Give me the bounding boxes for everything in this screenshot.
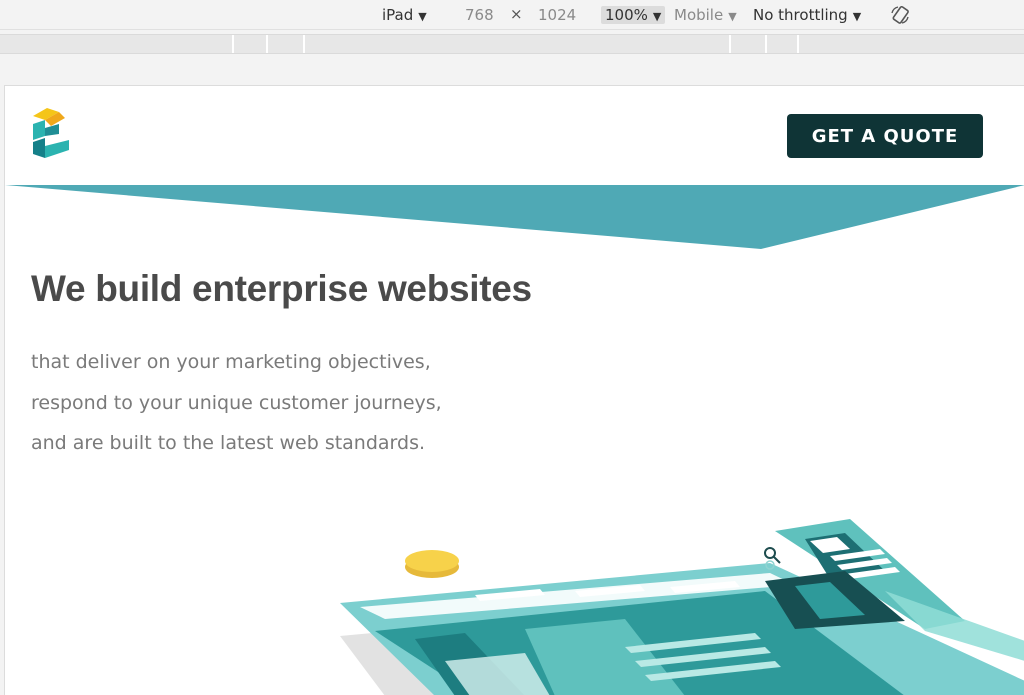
hero-subtitle: that deliver on your marketing objective… [31,342,442,464]
height-input[interactable]: 1024 [538,5,576,25]
caret-down-icon: ▼ [852,10,862,23]
teal-banner [5,185,1024,249]
hero-line: and are built to the latest web standard… [31,432,426,454]
dimension-separator: × [510,5,523,23]
hero-illustration [340,519,1024,695]
zoom-select-label: 100% [605,6,648,24]
media-query-ruler[interactable] [0,34,1024,54]
device-viewport: GET A QUOTE We build enterprise websites… [4,85,1024,695]
throttling-select[interactable]: No throttling ▼ [753,5,861,25]
caret-down-icon: ▼ [418,10,427,23]
throttling-label: No throttling [753,6,848,24]
rotate-icon[interactable] [889,4,911,26]
logo-icon[interactable] [29,106,73,164]
caret-down-icon: ▼ [728,10,737,23]
width-input[interactable]: 768 [465,5,494,25]
device-select-label: iPad [382,6,414,24]
get-a-quote-button[interactable]: GET A QUOTE [787,114,983,158]
hero-title: We build enterprise websites [31,268,532,309]
caret-down-icon: ▼ [652,10,662,23]
site-header: GET A QUOTE [5,86,1024,186]
hero-line: respond to your unique customer journeys… [31,391,442,414]
zoom-select[interactable]: 100% ▼ [601,5,666,25]
device-toolbar: iPad ▼ 768 × 1024 100% ▼ Mobile ▼ No thrott… [0,0,1024,30]
device-select[interactable]: iPad ▼ [382,5,427,25]
network-profile-select[interactable]: Mobile ▼ [674,5,737,25]
network-profile-label: Mobile [674,6,724,24]
hero-line: that deliver on your marketing objective… [31,351,431,373]
